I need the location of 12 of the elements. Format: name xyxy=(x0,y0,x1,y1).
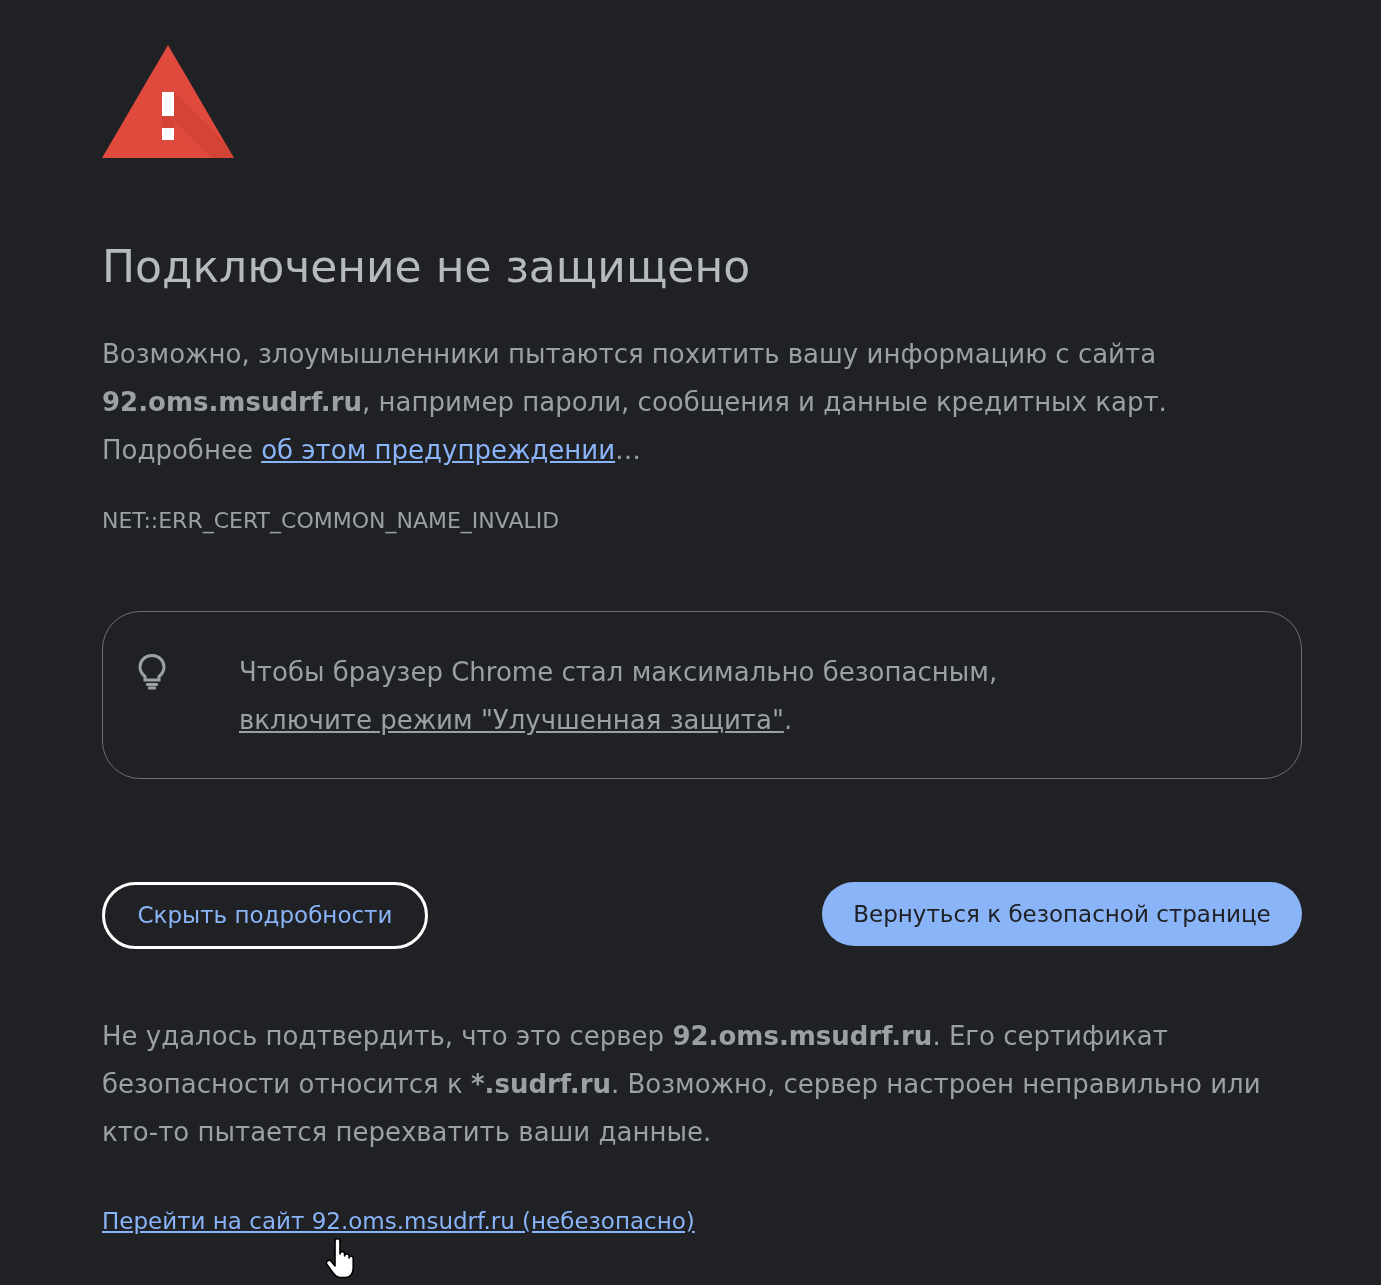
details-text: Не удалось подтвердить, что это сервер 92.oms.msudrf.ru. Его сертификат безопасности относится к *.sudrf.ru. Возможно, сервер настроен неправильно или кто-то пытается перехватить ваши данные. xyxy=(102,1020,1262,1149)
proceed-link[interactable]: Перейти на сайт 92.oms.msudrf.ru (небезопасно) xyxy=(102,1205,695,1237)
learn-more-link[interactable]: об этом предупреждении xyxy=(261,435,616,465)
page-heading: Подключение не защищено xyxy=(102,240,751,294)
hide-details-button[interactable]: Скрыть подробности xyxy=(102,882,428,949)
tip-text: Чтобы браузер Chrome стал максимально безопасным, включите режим "Улучшенная защита". xyxy=(239,656,999,737)
lightbulb-icon xyxy=(137,653,167,690)
back-to-safety-button[interactable]: Вернуться к безопасной странице xyxy=(822,882,1302,946)
error-code: NET::ERR_CERT_COMMON_NAME_INVALID xyxy=(102,507,560,536)
warning-icon xyxy=(102,45,234,158)
warning-message: Возможно, злоумышленники пытаются похитить вашу информацию с сайта 92.oms.msudrf.ru, например пароли, сообщения и данные кредитных карт. Подробнее об этом предупреждении… xyxy=(102,338,1168,467)
enhanced-protection-link[interactable]: включите режим "Улучшенная защита" xyxy=(239,705,784,735)
